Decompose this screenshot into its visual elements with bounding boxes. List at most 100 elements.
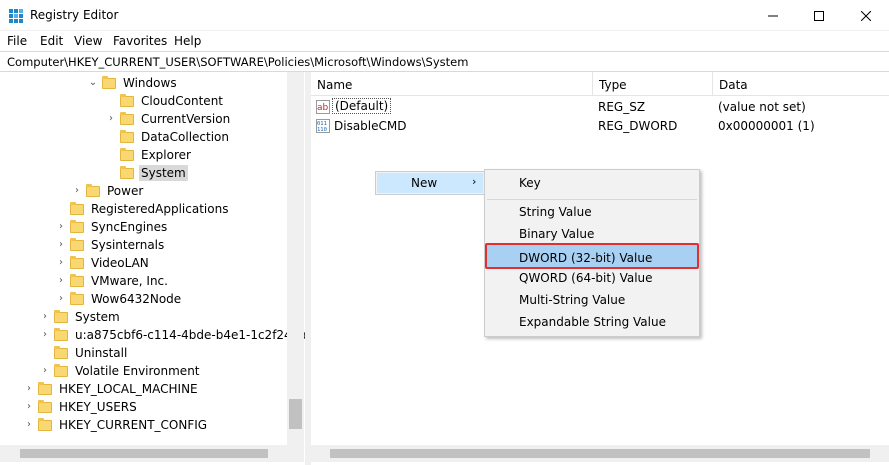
chevron-right-icon[interactable]: › bbox=[56, 258, 66, 268]
folder-icon bbox=[70, 291, 84, 305]
chevron-right-icon: › bbox=[472, 175, 477, 188]
tree-item[interactable]: › HKEY_USERS bbox=[24, 398, 139, 416]
scrollbar-corner bbox=[287, 445, 304, 462]
folder-icon bbox=[120, 147, 134, 161]
tree-item[interactable]: › Power bbox=[72, 182, 145, 200]
tree-item[interactable]: RegisteredApplications bbox=[56, 200, 230, 218]
tree-item[interactable]: › HKEY_CURRENT_CONFIG bbox=[24, 416, 209, 434]
tree-item-selected[interactable]: System bbox=[106, 164, 188, 182]
folder-icon bbox=[38, 381, 52, 395]
tree-item-label: HKEY_LOCAL_MACHINE bbox=[59, 382, 198, 396]
window-title: Registry Editor bbox=[30, 8, 119, 22]
value-data: (value not set) bbox=[718, 100, 806, 114]
folder-icon bbox=[70, 219, 84, 233]
scrollbar-thumb[interactable] bbox=[20, 449, 268, 458]
new-submenu: Key String Value Binary Value DWORD (32-… bbox=[484, 169, 700, 337]
tree-item-label: Volatile Environment bbox=[75, 364, 200, 378]
chevron-right-icon[interactable]: › bbox=[56, 294, 66, 304]
menu-item-new[interactable]: New › bbox=[377, 173, 483, 193]
svg-text:ab: ab bbox=[317, 103, 329, 113]
tree-item-label: Power bbox=[107, 184, 144, 198]
scrollbar-thumb[interactable] bbox=[330, 449, 870, 458]
column-header-name[interactable]: Name bbox=[311, 72, 593, 96]
submenu-item-key[interactable]: Key bbox=[487, 172, 697, 194]
chevron-right-icon[interactable]: › bbox=[72, 186, 82, 196]
tree-item-label: VideoLAN bbox=[91, 256, 149, 270]
address-path[interactable]: Computer\HKEY_CURRENT_USER\SOFTWARE\Poli… bbox=[7, 55, 468, 69]
address-bar[interactable]: Computer\HKEY_CURRENT_USER\SOFTWARE\Poli… bbox=[0, 51, 889, 72]
tree-item[interactable]: Explorer bbox=[106, 146, 193, 164]
menu-bar: File Edit View Favorites Help bbox=[0, 31, 889, 51]
folder-icon bbox=[70, 255, 84, 269]
tree-item-label: HKEY_USERS bbox=[59, 400, 137, 414]
tree-item[interactable]: › Wow6432Node bbox=[56, 290, 183, 308]
value-row[interactable]: ab (Default) REG_SZ (value not set) bbox=[311, 98, 889, 116]
tree-item-label: Windows bbox=[123, 76, 177, 90]
binary-value-icon: 011 110 bbox=[316, 119, 330, 133]
folder-icon bbox=[120, 111, 134, 125]
chevron-right-icon[interactable]: › bbox=[106, 114, 116, 124]
menu-item-new-label: New bbox=[411, 176, 438, 190]
chevron-right-icon[interactable]: › bbox=[56, 222, 66, 232]
tree-item[interactable]: › Sysinternals bbox=[56, 236, 166, 254]
menu-favorites[interactable]: Favorites bbox=[113, 34, 167, 48]
tree-item[interactable]: ⌄ Windows bbox=[88, 74, 179, 92]
tree-item[interactable]: › CurrentVersion bbox=[106, 110, 232, 128]
chevron-right-icon[interactable]: › bbox=[56, 240, 66, 250]
key-tree: ⌄ Windows CloudContent › CurrentVersion … bbox=[0, 72, 305, 465]
close-icon bbox=[861, 10, 871, 21]
folder-open-icon bbox=[120, 165, 134, 179]
chevron-right-icon[interactable]: › bbox=[24, 402, 34, 412]
value-name: DisableCMD bbox=[334, 119, 407, 133]
menu-help[interactable]: Help bbox=[174, 34, 201, 48]
submenu-item-string-value[interactable]: String Value bbox=[487, 201, 697, 223]
submenu-item-binary-value[interactable]: Binary Value bbox=[487, 223, 697, 245]
tree-item[interactable]: Uninstall bbox=[40, 344, 129, 362]
tree-item[interactable]: › VideoLAN bbox=[56, 254, 151, 272]
scrollbar-thumb[interactable] bbox=[289, 399, 302, 429]
value-row[interactable]: 011 110 DisableCMD REG_DWORD 0x00000001 … bbox=[311, 117, 889, 135]
context-menu: New › bbox=[375, 171, 485, 195]
column-header-type[interactable]: Type bbox=[593, 72, 713, 96]
tree-item-label: RegisteredApplications bbox=[91, 202, 229, 216]
chevron-right-icon[interactable]: › bbox=[24, 384, 34, 394]
close-button[interactable] bbox=[843, 0, 889, 31]
tree-item[interactable]: CloudContent bbox=[106, 92, 225, 110]
tree-vertical-scrollbar[interactable] bbox=[287, 72, 304, 445]
chevron-right-icon[interactable]: › bbox=[40, 312, 50, 322]
tree-item[interactable]: › u:a875cbf6-c114-4bde-b4e1-1c2f248a15( bbox=[40, 326, 305, 344]
values-horizontal-scrollbar[interactable] bbox=[311, 445, 889, 462]
folder-icon bbox=[86, 183, 100, 197]
chevron-right-icon[interactable]: › bbox=[24, 420, 34, 430]
menu-file[interactable]: File bbox=[7, 34, 27, 48]
chevron-right-icon[interactable]: › bbox=[56, 276, 66, 286]
submenu-item-multi-string-value[interactable]: Multi-String Value bbox=[487, 289, 697, 311]
tree-item[interactable]: DataCollection bbox=[106, 128, 231, 146]
minimize-button[interactable] bbox=[750, 0, 796, 31]
maximize-button[interactable] bbox=[796, 0, 842, 31]
title-bar: Registry Editor bbox=[0, 0, 889, 31]
tree-item[interactable]: › System bbox=[40, 308, 122, 326]
column-header-data[interactable]: Data bbox=[713, 72, 889, 96]
tree-item[interactable]: › HKEY_LOCAL_MACHINE bbox=[24, 380, 200, 398]
string-value-icon: ab bbox=[316, 100, 330, 114]
minimize-icon bbox=[768, 15, 778, 16]
value-name: (Default) bbox=[332, 98, 392, 114]
submenu-item-dword-value[interactable]: DWORD (32-bit) Value bbox=[485, 243, 699, 269]
chevron-down-icon[interactable]: ⌄ bbox=[88, 78, 98, 88]
tree-item[interactable]: › Volatile Environment bbox=[40, 362, 202, 380]
tree-item[interactable]: › SyncEngines bbox=[56, 218, 169, 236]
value-data: 0x00000001 (1) bbox=[718, 119, 815, 133]
tree-item-label: VMware, Inc. bbox=[91, 274, 168, 288]
chevron-right-icon[interactable]: › bbox=[40, 330, 50, 340]
tree-item-label: CurrentVersion bbox=[141, 112, 231, 126]
menu-edit[interactable]: Edit bbox=[40, 34, 63, 48]
submenu-item-qword-value[interactable]: QWORD (64-bit) Value bbox=[487, 267, 697, 289]
chevron-right-icon[interactable]: › bbox=[40, 366, 50, 376]
menu-view[interactable]: View bbox=[74, 34, 102, 48]
folder-icon bbox=[54, 327, 68, 341]
tree-item-label: CloudContent bbox=[141, 94, 224, 108]
submenu-item-expandable-string-value[interactable]: Expandable String Value bbox=[487, 311, 697, 333]
tree-item[interactable]: › VMware, Inc. bbox=[56, 272, 170, 290]
tree-horizontal-scrollbar[interactable] bbox=[0, 445, 287, 462]
